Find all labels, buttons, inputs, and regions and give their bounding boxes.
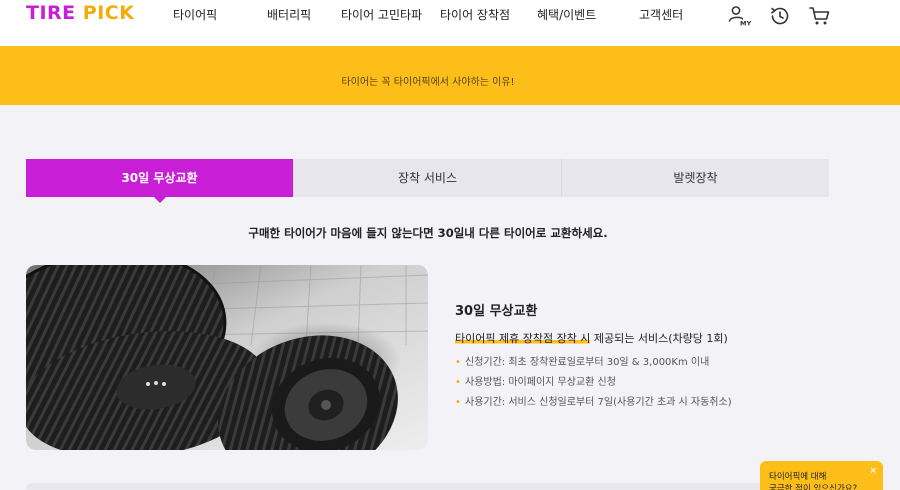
my-label: MY (740, 20, 751, 28)
logo-part2: PICK (82, 2, 135, 24)
list-item: 신청기간: 최초 장착완료일로부터 30일 & 3,000Km 이내 (455, 356, 732, 376)
logo-part1: TIRE (26, 2, 76, 24)
close-icon[interactable]: × (869, 466, 877, 476)
service-subtitle-highlight: 타이어픽 제휴 장착점 장착 시 (455, 332, 591, 345)
list-item: 사용기간: 서비스 신청일로부터 7일(사용기간 초과 시 자동취소) (455, 396, 732, 416)
nav-item-install-shops[interactable]: 타이어 장착점 (440, 6, 510, 23)
history-clock-icon[interactable] (768, 4, 792, 28)
nav-item-benefits-events[interactable]: 혜택/이벤트 (537, 6, 596, 23)
service-subtitle-rest: 제공되는 서비스(차량당 1회) (590, 332, 728, 345)
service-details-list: 신청기간: 최초 장착완료일로부터 30일 & 3,000Km 이내 사용방법:… (455, 356, 732, 416)
chat-line-1: 타이어픽에 대해 (769, 472, 827, 482)
service-title: 30일 무상교환 (455, 304, 538, 319)
next-section-edge (26, 483, 829, 490)
tirepick-logo[interactable]: TIRE PICK (26, 2, 134, 24)
promo-banner: 타이어는 꼭 타이어픽에서 사야하는 이유! (0, 46, 900, 105)
tab-30day-exchange[interactable]: 30일 무상교환 (26, 159, 294, 203)
cart-icon[interactable] (808, 4, 832, 28)
user-my-icon[interactable]: MY (727, 4, 751, 28)
nav-item-tire-worries[interactable]: 타이어 고민타파 (341, 6, 422, 23)
site-header: TIRE PICK 타이어픽 배터리픽 타이어 고민타파 타이어 장착점 혜택/… (0, 0, 900, 46)
tires-photo (26, 265, 428, 450)
service-subtitle: 타이어픽 제휴 장착점 장착 시 제공되는 서비스(차량당 1회) (455, 330, 728, 346)
nav-item-batterypick[interactable]: 배터리픽 (267, 6, 311, 23)
nav-item-customer-center[interactable]: 고객센터 (639, 6, 683, 23)
chat-line-2: 궁금한 점이 있으신가요? (769, 484, 858, 490)
tab-install-service[interactable]: 장착 서비스 (294, 159, 562, 197)
list-item: 사용방법: 마이페이지 무상교환 신청 (455, 376, 732, 396)
tab-tagline: 구매한 타이어가 마음에 들지 않는다면 30일내 다른 타이어로 교환하세요. (248, 226, 608, 240)
banner-text: 타이어는 꼭 타이어픽에서 사야하는 이유! (341, 77, 515, 88)
tab-valet-install[interactable]: 발렛장착 (562, 159, 829, 197)
service-tabs: 30일 무상교환 장착 서비스 발렛장착 (26, 159, 829, 203)
chat-popup[interactable]: 타이어픽에 대해 궁금한 점이 있으신가요? × (760, 461, 883, 490)
nav-item-tirepick[interactable]: 타이어픽 (173, 6, 217, 23)
